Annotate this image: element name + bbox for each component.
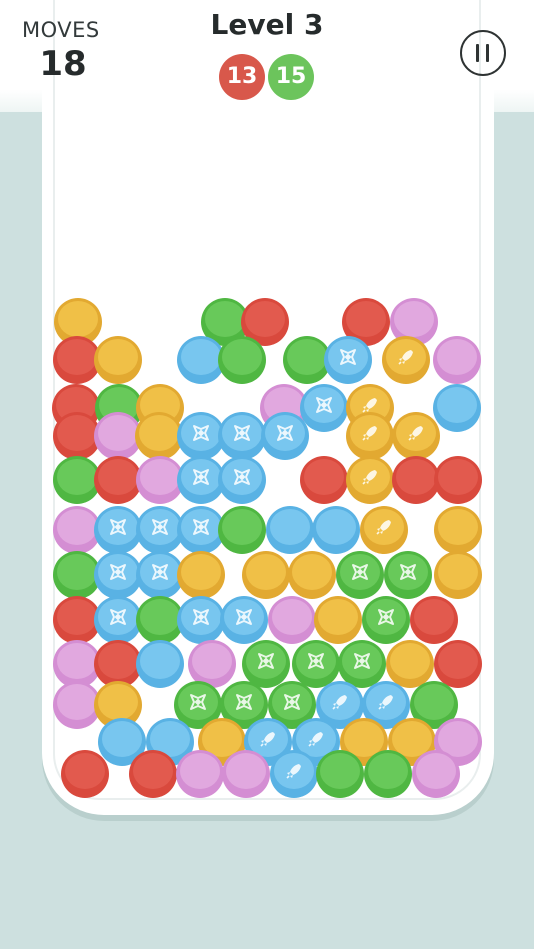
- star-icon: [234, 692, 254, 712]
- rocket-icon: [330, 692, 350, 712]
- yellow-ball[interactable]: [288, 551, 336, 599]
- red-ball[interactable]: [434, 456, 482, 504]
- yellow-ball-rocket[interactable]: [392, 412, 440, 460]
- target-green-counter: 15: [268, 54, 314, 100]
- green-ball[interactable]: [364, 750, 412, 798]
- star-icon: [338, 347, 358, 367]
- blue-ball-star[interactable]: [300, 384, 348, 432]
- pink-ball[interactable]: [176, 750, 224, 798]
- green-ball[interactable]: [218, 336, 266, 384]
- blue-ball[interactable]: [433, 384, 481, 432]
- star-icon: [350, 562, 370, 582]
- star-icon: [108, 562, 128, 582]
- blue-ball-star[interactable]: [94, 551, 142, 599]
- red-ball[interactable]: [129, 750, 177, 798]
- star-icon: [232, 467, 252, 487]
- blue-ball-star[interactable]: [220, 596, 268, 644]
- blue-ball-star[interactable]: [94, 596, 142, 644]
- star-icon: [150, 562, 170, 582]
- pink-ball[interactable]: [268, 596, 316, 644]
- star-icon: [376, 607, 396, 627]
- star-icon: [191, 423, 211, 443]
- green-ball[interactable]: [316, 750, 364, 798]
- rocket-icon: [396, 347, 416, 367]
- rocket-icon: [376, 692, 396, 712]
- pink-ball[interactable]: [433, 336, 481, 384]
- pause-button[interactable]: [460, 30, 506, 76]
- green-ball[interactable]: [218, 506, 266, 554]
- star-icon: [306, 651, 326, 671]
- level-title: Level 3: [210, 8, 324, 41]
- star-icon: [191, 467, 211, 487]
- blue-ball-star[interactable]: [94, 506, 142, 554]
- star-icon: [352, 651, 372, 671]
- yellow-ball-rocket[interactable]: [346, 412, 394, 460]
- rocket-icon: [284, 761, 304, 781]
- star-icon: [282, 692, 302, 712]
- green-ball-star[interactable]: [292, 640, 340, 688]
- yellow-ball[interactable]: [314, 596, 362, 644]
- star-icon: [232, 423, 252, 443]
- star-icon: [188, 692, 208, 712]
- green-ball-star[interactable]: [362, 596, 410, 644]
- green-ball-star[interactable]: [336, 551, 384, 599]
- blue-ball-star[interactable]: [218, 412, 266, 460]
- pink-ball[interactable]: [412, 750, 460, 798]
- star-icon: [275, 423, 295, 443]
- blue-ball[interactable]: [266, 506, 314, 554]
- red-ball[interactable]: [61, 750, 109, 798]
- star-icon: [150, 517, 170, 537]
- star-icon: [108, 607, 128, 627]
- blue-ball-rocket[interactable]: [270, 750, 318, 798]
- rocket-icon: [374, 517, 394, 537]
- star-icon: [256, 651, 276, 671]
- red-ball[interactable]: [300, 456, 348, 504]
- yellow-ball[interactable]: [177, 551, 225, 599]
- yellow-ball-rocket[interactable]: [360, 506, 408, 554]
- red-ball[interactable]: [392, 456, 440, 504]
- target-red-counter: 13: [219, 54, 265, 100]
- red-ball[interactable]: [434, 640, 482, 688]
- blue-ball-star[interactable]: [261, 412, 309, 460]
- rocket-icon: [406, 423, 426, 443]
- star-icon: [234, 607, 254, 627]
- blue-ball-star[interactable]: [324, 336, 372, 384]
- rocket-icon: [360, 423, 380, 443]
- rocket-icon: [306, 729, 326, 749]
- star-icon: [314, 395, 334, 415]
- yellow-ball[interactable]: [242, 551, 290, 599]
- yellow-ball[interactable]: [434, 506, 482, 554]
- blue-ball[interactable]: [136, 640, 184, 688]
- ball-field: [0, 0, 534, 949]
- red-ball[interactable]: [94, 456, 142, 504]
- yellow-ball[interactable]: [94, 336, 142, 384]
- green-ball-star[interactable]: [384, 551, 432, 599]
- yellow-ball[interactable]: [434, 551, 482, 599]
- yellow-ball[interactable]: [135, 412, 183, 460]
- star-icon: [191, 607, 211, 627]
- star-icon: [398, 562, 418, 582]
- yellow-ball-rocket[interactable]: [382, 336, 430, 384]
- rocket-icon: [360, 467, 380, 487]
- yellow-ball-rocket[interactable]: [346, 456, 394, 504]
- star-icon: [191, 517, 211, 537]
- moves-counter: 18: [39, 44, 87, 84]
- blue-ball[interactable]: [312, 506, 360, 554]
- blue-ball-star[interactable]: [218, 456, 266, 504]
- rocket-icon: [258, 729, 278, 749]
- yellow-ball[interactable]: [386, 640, 434, 688]
- blue-ball-star[interactable]: [177, 596, 225, 644]
- pink-ball[interactable]: [222, 750, 270, 798]
- star-icon: [108, 517, 128, 537]
- red-ball[interactable]: [410, 596, 458, 644]
